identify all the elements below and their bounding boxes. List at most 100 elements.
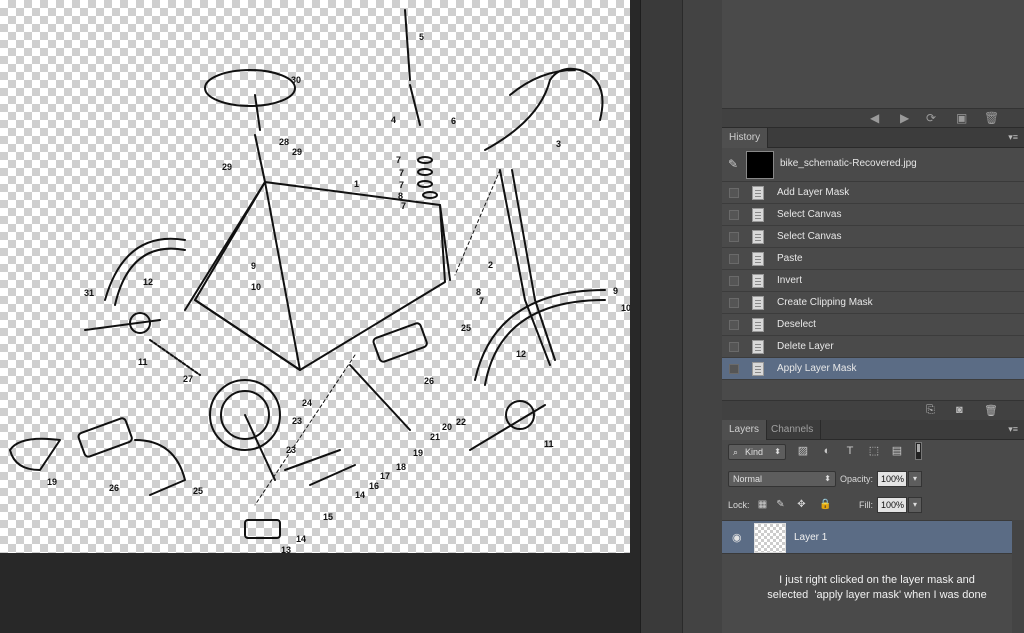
- smart-object-filter-icon[interactable]: ▤: [890, 444, 904, 458]
- part-number: 24: [302, 398, 312, 408]
- part-number: 15: [323, 512, 333, 522]
- history-brush-checkbox[interactable]: [729, 298, 739, 308]
- tab-layers[interactable]: Layers: [722, 420, 768, 440]
- layers-scrollbar[interactable]: [1012, 520, 1024, 633]
- part-number: 17: [380, 471, 390, 481]
- history-tabbar: History ▾≡: [722, 128, 1024, 148]
- snapshot-thumbnail: [746, 151, 774, 179]
- part-number: 7: [399, 180, 404, 190]
- panel-menu-icon[interactable]: ▾≡: [1008, 424, 1018, 435]
- part-number: 13: [281, 545, 291, 553]
- step-backward-icon[interactable]: ◀: [870, 111, 879, 125]
- history-footer: ⎘ ◙ 🗑: [722, 400, 1024, 420]
- opacity-dropdown-arrow[interactable]: ▾: [908, 471, 922, 487]
- filter-kind-select[interactable]: ⌕ Kind ⬍: [728, 444, 786, 460]
- part-number: 22: [456, 417, 466, 427]
- bike-schematic-drawing: 1 2 3 4 5 6 7 7 7 7 7 8 8 9 9 10 10 11 1…: [9, 9, 630, 553]
- history-state-icon: [752, 252, 764, 266]
- history-brush-checkbox[interactable]: [729, 320, 739, 330]
- history-brush-checkbox[interactable]: [729, 254, 739, 264]
- part-number: 8: [398, 191, 403, 201]
- history-step[interactable]: Delete Layer: [722, 336, 1024, 358]
- type-filter-icon[interactable]: T: [843, 444, 857, 458]
- history-step[interactable]: Add Layer Mask: [722, 182, 1024, 204]
- layer-row[interactable]: ◉ Layer 1: [722, 520, 1012, 554]
- history-step-selected[interactable]: Apply Layer Mask: [722, 358, 1024, 380]
- layer-thumbnail[interactable]: [754, 523, 786, 553]
- part-number: 10: [621, 303, 630, 313]
- history-step[interactable]: Invert: [722, 270, 1024, 292]
- part-number: 7: [396, 155, 401, 165]
- new-document-from-state-icon[interactable]: ⎘: [926, 404, 935, 417]
- image-filter-icon[interactable]: ▨: [796, 444, 810, 458]
- part-number: 25: [461, 323, 471, 333]
- canvas-gutter: [640, 0, 682, 633]
- history-step[interactable]: Select Canvas: [722, 204, 1024, 226]
- part-number: 7: [399, 168, 404, 178]
- history-brush-checkbox[interactable]: [729, 342, 739, 352]
- camera-snapshot-icon[interactable]: ◙: [956, 404, 963, 416]
- lock-position-icon[interactable]: ✥: [795, 498, 808, 511]
- part-number: 18: [396, 462, 406, 472]
- fill-dropdown-arrow[interactable]: ▾: [908, 497, 922, 513]
- part-number: 16: [369, 481, 379, 491]
- part-number: 19: [413, 448, 423, 458]
- part-number: 26: [424, 376, 434, 386]
- lock-all-icon[interactable]: 🔒: [819, 498, 832, 511]
- search-icon: ⌕: [733, 447, 739, 457]
- history-step[interactable]: Deselect: [722, 314, 1024, 336]
- upper-panel: [722, 0, 1024, 108]
- history-brush-checkbox[interactable]: [729, 232, 739, 242]
- play-icon[interactable]: ▶: [900, 111, 909, 125]
- tab-history[interactable]: History: [722, 128, 769, 148]
- fill-field[interactable]: 100%: [877, 497, 907, 513]
- part-number: 23: [286, 445, 296, 455]
- history-brush-checkbox[interactable]: [729, 188, 739, 198]
- fill-label: Fill:: [859, 500, 873, 510]
- eye-visibility-icon[interactable]: ◉: [732, 531, 742, 544]
- adjustment-filter-icon[interactable]: ◐: [820, 444, 834, 458]
- snapshot-label: bike_schematic-Recovered.jpg: [780, 158, 917, 169]
- part-number: 9: [251, 261, 256, 271]
- blend-mode-select[interactable]: Normal ⬍: [728, 471, 836, 487]
- filter-toggle-switch[interactable]: [915, 442, 922, 460]
- document-canvas[interactable]: 1 2 3 4 5 6 7 7 7 7 7 8 8 9 9 10 10 11 1…: [0, 0, 630, 553]
- history-step-label: Apply Layer Mask: [777, 363, 857, 374]
- lock-paint-brush-icon[interactable]: ✎: [774, 498, 787, 511]
- annotation-note: I just right clicked on the layer mask a…: [742, 573, 1012, 603]
- history-step-label: Add Layer Mask: [777, 187, 850, 198]
- history-step[interactable]: Paste: [722, 248, 1024, 270]
- right-panel-dock: ◀ ▶ ⟳ ▣ 🗑 History ▾≡ ✎ bike_schematic-Re…: [722, 0, 1024, 633]
- refresh-icon[interactable]: ⟳: [926, 111, 936, 125]
- panel-menu-icon[interactable]: ▾≡: [1008, 132, 1018, 143]
- part-number: 31: [84, 288, 94, 298]
- part-number: 3: [556, 139, 561, 149]
- part-number: 10: [251, 282, 261, 292]
- history-state-icon: [752, 362, 764, 376]
- part-number: 1: [354, 179, 359, 189]
- history-step[interactable]: Select Canvas: [722, 226, 1024, 248]
- tab-channels[interactable]: Channels: [764, 420, 822, 440]
- history-brush-icon[interactable]: ✎: [728, 157, 742, 171]
- new-item-icon[interactable]: ▣: [956, 111, 967, 125]
- trash-icon[interactable]: 🗑: [984, 404, 998, 417]
- lock-transparency-icon[interactable]: ▦: [756, 498, 769, 511]
- history-step[interactable]: Create Clipping Mask: [722, 292, 1024, 314]
- history-snapshot[interactable]: ✎ bike_schematic-Recovered.jpg: [722, 148, 1024, 182]
- layers-controls: ⌕ Kind ⬍ ▨ ◐ T ⬚ ▤ Normal ⬍ Opacity: 100…: [722, 440, 1024, 520]
- trash-icon[interactable]: 🗑: [984, 111, 999, 125]
- opacity-field[interactable]: 100%: [877, 471, 907, 487]
- layer-name[interactable]: Layer 1: [794, 532, 827, 543]
- history-brush-checkbox[interactable]: [729, 210, 739, 220]
- part-number: 6: [451, 116, 456, 126]
- history-brush-checkbox[interactable]: [729, 364, 739, 374]
- opacity-label: Opacity:: [840, 474, 874, 484]
- part-number: 5: [419, 32, 424, 42]
- part-number: 14: [296, 534, 306, 544]
- history-state-icon: [752, 296, 764, 310]
- shape-filter-icon[interactable]: ⬚: [867, 444, 881, 458]
- history-brush-checkbox[interactable]: [729, 276, 739, 286]
- annotation-line-1: I just right clicked on the layer mask a…: [779, 574, 975, 586]
- part-number: 12: [143, 277, 153, 287]
- history-state-icon: [752, 186, 764, 200]
